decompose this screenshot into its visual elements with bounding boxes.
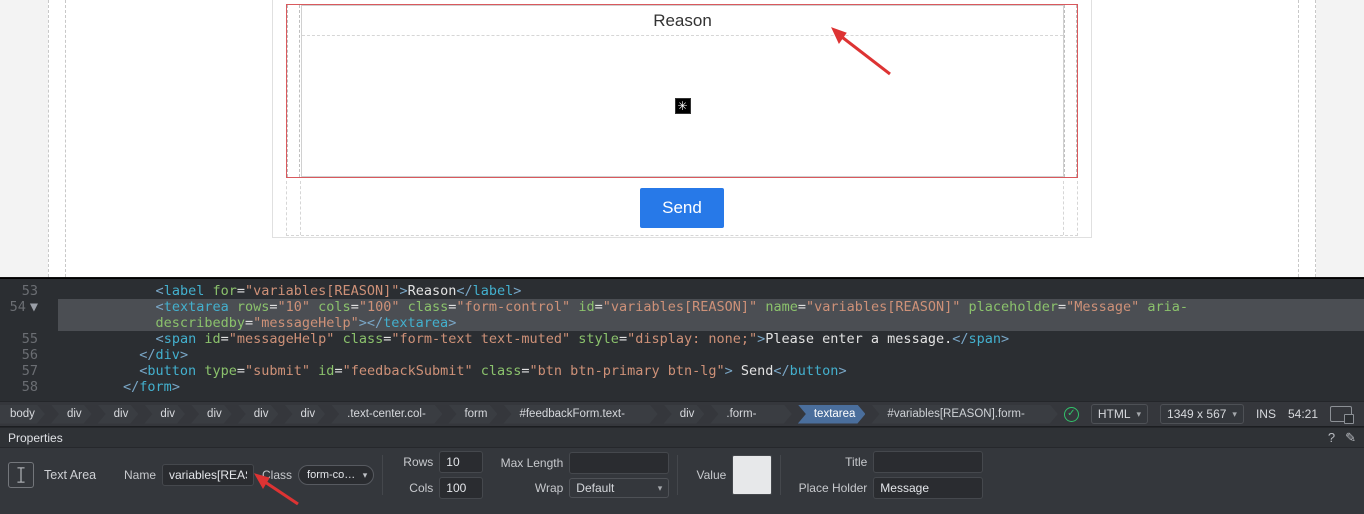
properties-title: Properties bbox=[8, 431, 63, 445]
class-label: Class bbox=[262, 468, 292, 482]
dynamic-marker-icon: ✳ bbox=[675, 98, 691, 114]
breadcrumb-item[interactable]: #feedbackForm.text-center bbox=[503, 405, 657, 424]
code-editor[interactable]: 53 <label for="variables[REASON]">Reason… bbox=[0, 278, 1364, 401]
name-label: Name bbox=[116, 468, 156, 482]
placeholder-input[interactable] bbox=[873, 477, 983, 499]
design-preview: Reason ✳ Send bbox=[0, 0, 1364, 278]
language-select[interactable]: HTML▾ bbox=[1091, 404, 1148, 424]
devices-icon[interactable] bbox=[1330, 406, 1352, 422]
breadcrumb-bar: bodydivdivdivdivdivdiv.text-center.col-1… bbox=[0, 401, 1364, 427]
insert-mode: INS bbox=[1256, 407, 1276, 421]
breadcrumb-item[interactable]: .form-group bbox=[710, 405, 791, 424]
placeholder-label: Place Holder bbox=[789, 481, 867, 495]
value-label: Value bbox=[686, 468, 726, 482]
breadcrumb-item[interactable]: textarea bbox=[798, 405, 866, 424]
breadcrumb-item[interactable]: div bbox=[191, 405, 232, 424]
dimensions-select[interactable]: 1349 x 567▾ bbox=[1160, 404, 1244, 424]
maxlength-input[interactable] bbox=[569, 452, 669, 474]
breadcrumb-item[interactable]: form bbox=[448, 405, 497, 424]
class-select[interactable]: form-co… bbox=[298, 465, 374, 485]
cols-input[interactable] bbox=[439, 477, 483, 499]
send-button[interactable]: Send bbox=[640, 188, 724, 228]
properties-panel: Properties ? ✎ Text Area Name Class form… bbox=[0, 427, 1364, 514]
syntax-ok-icon bbox=[1064, 407, 1079, 422]
submit-region: Send bbox=[286, 181, 1078, 236]
breadcrumb-item[interactable]: div bbox=[664, 405, 705, 424]
name-input[interactable] bbox=[162, 464, 254, 486]
cursor-position: 54:21 bbox=[1288, 407, 1318, 421]
breadcrumb-item[interactable]: div bbox=[284, 405, 325, 424]
breadcrumb-item[interactable]: div bbox=[98, 405, 139, 424]
preview-canvas[interactable]: Reason ✳ Send bbox=[48, 0, 1316, 277]
title-label: Title bbox=[789, 455, 867, 469]
textarea-body[interactable]: ✳ bbox=[302, 36, 1063, 176]
element-type: Text Area bbox=[44, 468, 96, 482]
textarea-field[interactable]: Reason ✳ bbox=[301, 5, 1064, 177]
maxlength-label: Max Length bbox=[491, 456, 563, 470]
field-label: Reason bbox=[302, 6, 1063, 36]
help-icon[interactable]: ? bbox=[1328, 430, 1335, 446]
status-area: HTML▾ 1349 x 567▾ INS 54:21 bbox=[1064, 404, 1358, 424]
title-input[interactable] bbox=[873, 451, 983, 473]
breadcrumb-trail[interactable]: bodydivdivdivdivdivdiv.text-center.col-1… bbox=[0, 405, 1064, 424]
rows-label: Rows bbox=[391, 455, 433, 469]
breadcrumb-item[interactable]: div bbox=[51, 405, 92, 424]
breadcrumb-item[interactable]: #variables[REASON].form-control bbox=[871, 405, 1057, 424]
cols-label: Cols bbox=[391, 481, 433, 495]
breadcrumb-item[interactable]: body bbox=[0, 405, 45, 424]
breadcrumb-item[interactable]: div bbox=[144, 405, 185, 424]
textarea-type-icon bbox=[8, 462, 34, 488]
wrap-label: Wrap bbox=[491, 481, 563, 495]
value-input[interactable] bbox=[732, 455, 772, 495]
breadcrumb-item[interactable]: div bbox=[238, 405, 279, 424]
breadcrumb-item[interactable]: .text-center.col-12 bbox=[331, 405, 442, 424]
selected-element-outline[interactable]: Reason ✳ bbox=[286, 4, 1078, 178]
edit-icon[interactable]: ✎ bbox=[1345, 430, 1356, 446]
wrap-select[interactable]: Default▾ bbox=[569, 478, 669, 498]
rows-input[interactable] bbox=[439, 451, 483, 473]
